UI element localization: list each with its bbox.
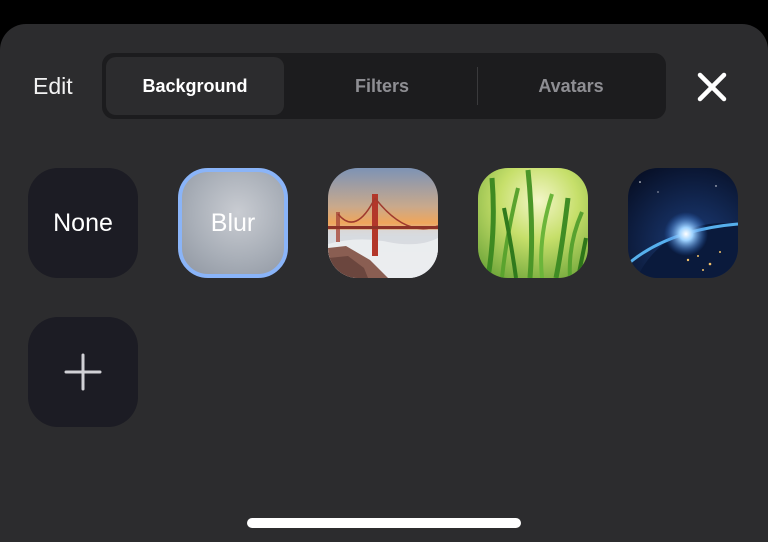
home-indicator (247, 518, 521, 528)
segment-divider (477, 67, 478, 105)
background-blur-tile[interactable]: Blur (178, 168, 288, 278)
background-none-tile[interactable]: None (28, 168, 138, 278)
grass-image (478, 168, 588, 278)
close-button[interactable] (692, 69, 732, 105)
add-background-button[interactable] (28, 317, 138, 427)
edit-button[interactable]: Edit (33, 74, 73, 98)
effects-segmented-control: Background Filters Avatars (102, 53, 666, 119)
tab-filters[interactable]: Filters (290, 57, 474, 115)
plus-icon (64, 353, 102, 391)
golden-gate-bridge-image (328, 168, 438, 278)
close-icon (697, 72, 727, 102)
background-effects-sheet: Edit Background Filters Avatars None Blu… (0, 24, 768, 542)
background-golden-gate-tile[interactable] (328, 168, 438, 278)
blur-label: Blur (210, 208, 256, 237)
earth-from-space-image (628, 168, 738, 278)
tab-avatars[interactable]: Avatars (480, 57, 662, 115)
none-label: None (53, 208, 113, 237)
background-grass-tile[interactable] (478, 168, 588, 278)
tab-background[interactable]: Background (106, 57, 284, 115)
background-earth-tile[interactable] (628, 168, 738, 278)
